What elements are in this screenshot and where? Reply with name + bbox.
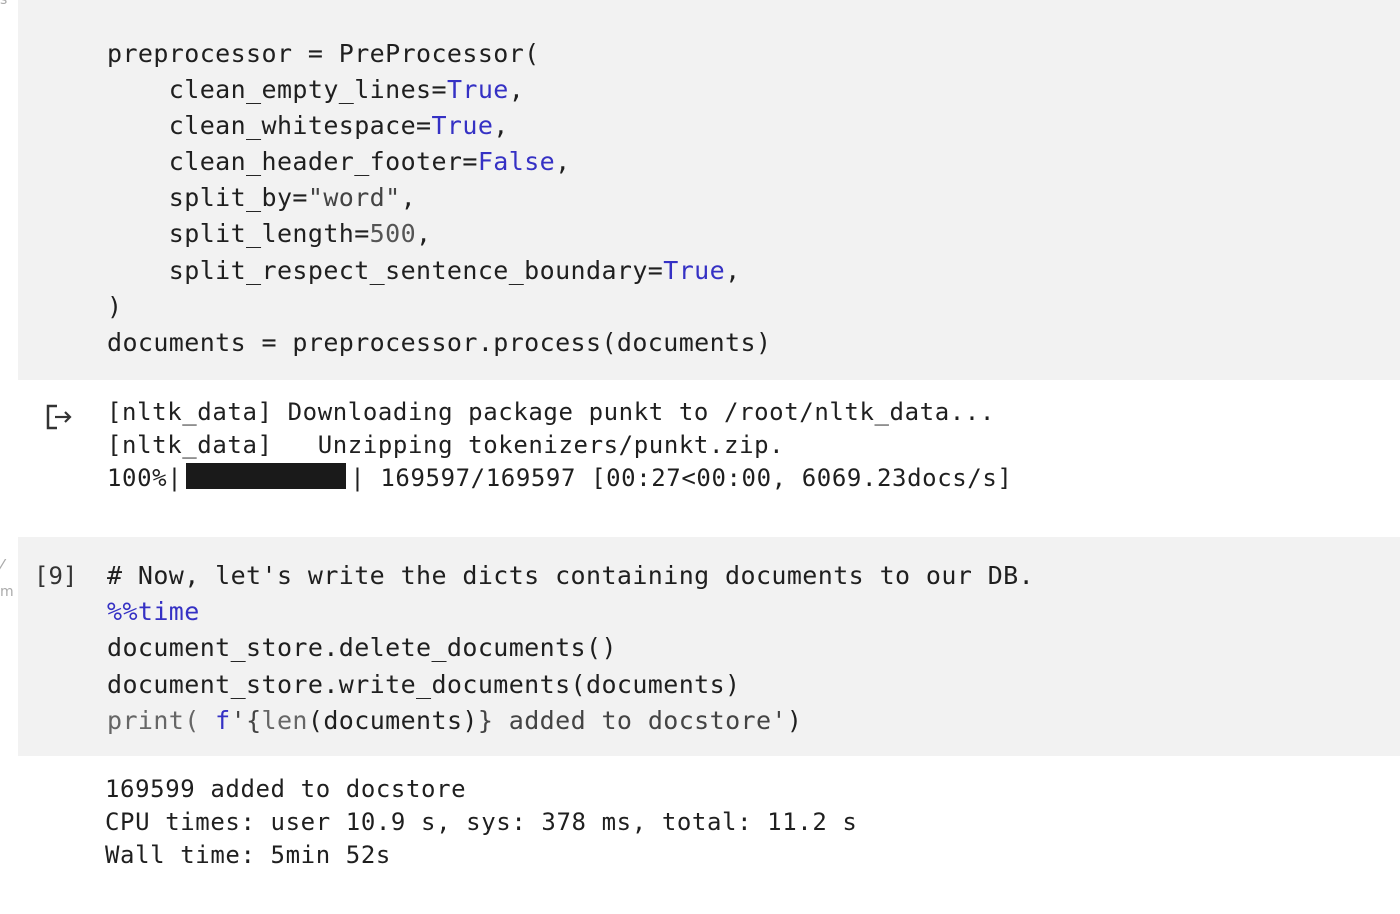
progress-line: 100%| | 169597/169597 [00:27<00:00, 6069.… xyxy=(107,463,1013,492)
output-text-line: Wall time: 5min 52s xyxy=(105,841,391,869)
code-line: split_by="word", xyxy=(107,183,417,212)
output-text-line: CPU times: user 10.9 s, sys: 378 ms, tot… xyxy=(105,808,858,836)
progress-tail: 169597/169597 [00:27<00:00, 6069.23docs/… xyxy=(380,464,1013,492)
code-line: print( f'{len(documents)} added to docst… xyxy=(107,706,803,735)
progress-bar xyxy=(186,463,347,489)
code-line: document_store.delete_documents() xyxy=(107,633,617,662)
code-line: split_respect_sentence_boundary=True, xyxy=(107,256,741,285)
code-line: ) xyxy=(107,292,123,321)
code-comment-line: # Now, let's write the dicts containing … xyxy=(107,561,1035,590)
output-text-line: [nltk_data] Downloading package punkt to… xyxy=(107,398,995,426)
code-line: documents = preprocessor.process(documen… xyxy=(107,328,772,357)
left-edge-mark-m: m xyxy=(0,584,14,600)
code-line: clean_empty_lines=True, xyxy=(107,75,525,104)
left-edge-mark: s xyxy=(0,0,8,8)
execution-count[interactable]: [9] xyxy=(34,558,77,594)
code-line: clean_whitespace=True, xyxy=(107,111,509,140)
progress-percent: 100% xyxy=(107,464,168,492)
output-text-line: 169599 added to docstore xyxy=(105,775,467,803)
output-arrow-icon[interactable] xyxy=(44,402,74,432)
notebook-page: s ⁄ m preprocessor = PreProcessor( clean… xyxy=(0,0,1400,914)
code-line: preprocessor = PreProcessor( xyxy=(107,39,540,68)
code-line: document_store.write_documents(documents… xyxy=(107,670,741,699)
code-line: clean_header_footer=False, xyxy=(107,147,571,176)
code-line: split_length=500, xyxy=(107,219,432,248)
cell-run-edge-icon[interactable]: ⁄ xyxy=(0,556,3,577)
output-text-line: [nltk_data] Unzipping tokenizers/punkt.z… xyxy=(107,431,785,459)
magic-command-line: %%time xyxy=(107,597,200,626)
